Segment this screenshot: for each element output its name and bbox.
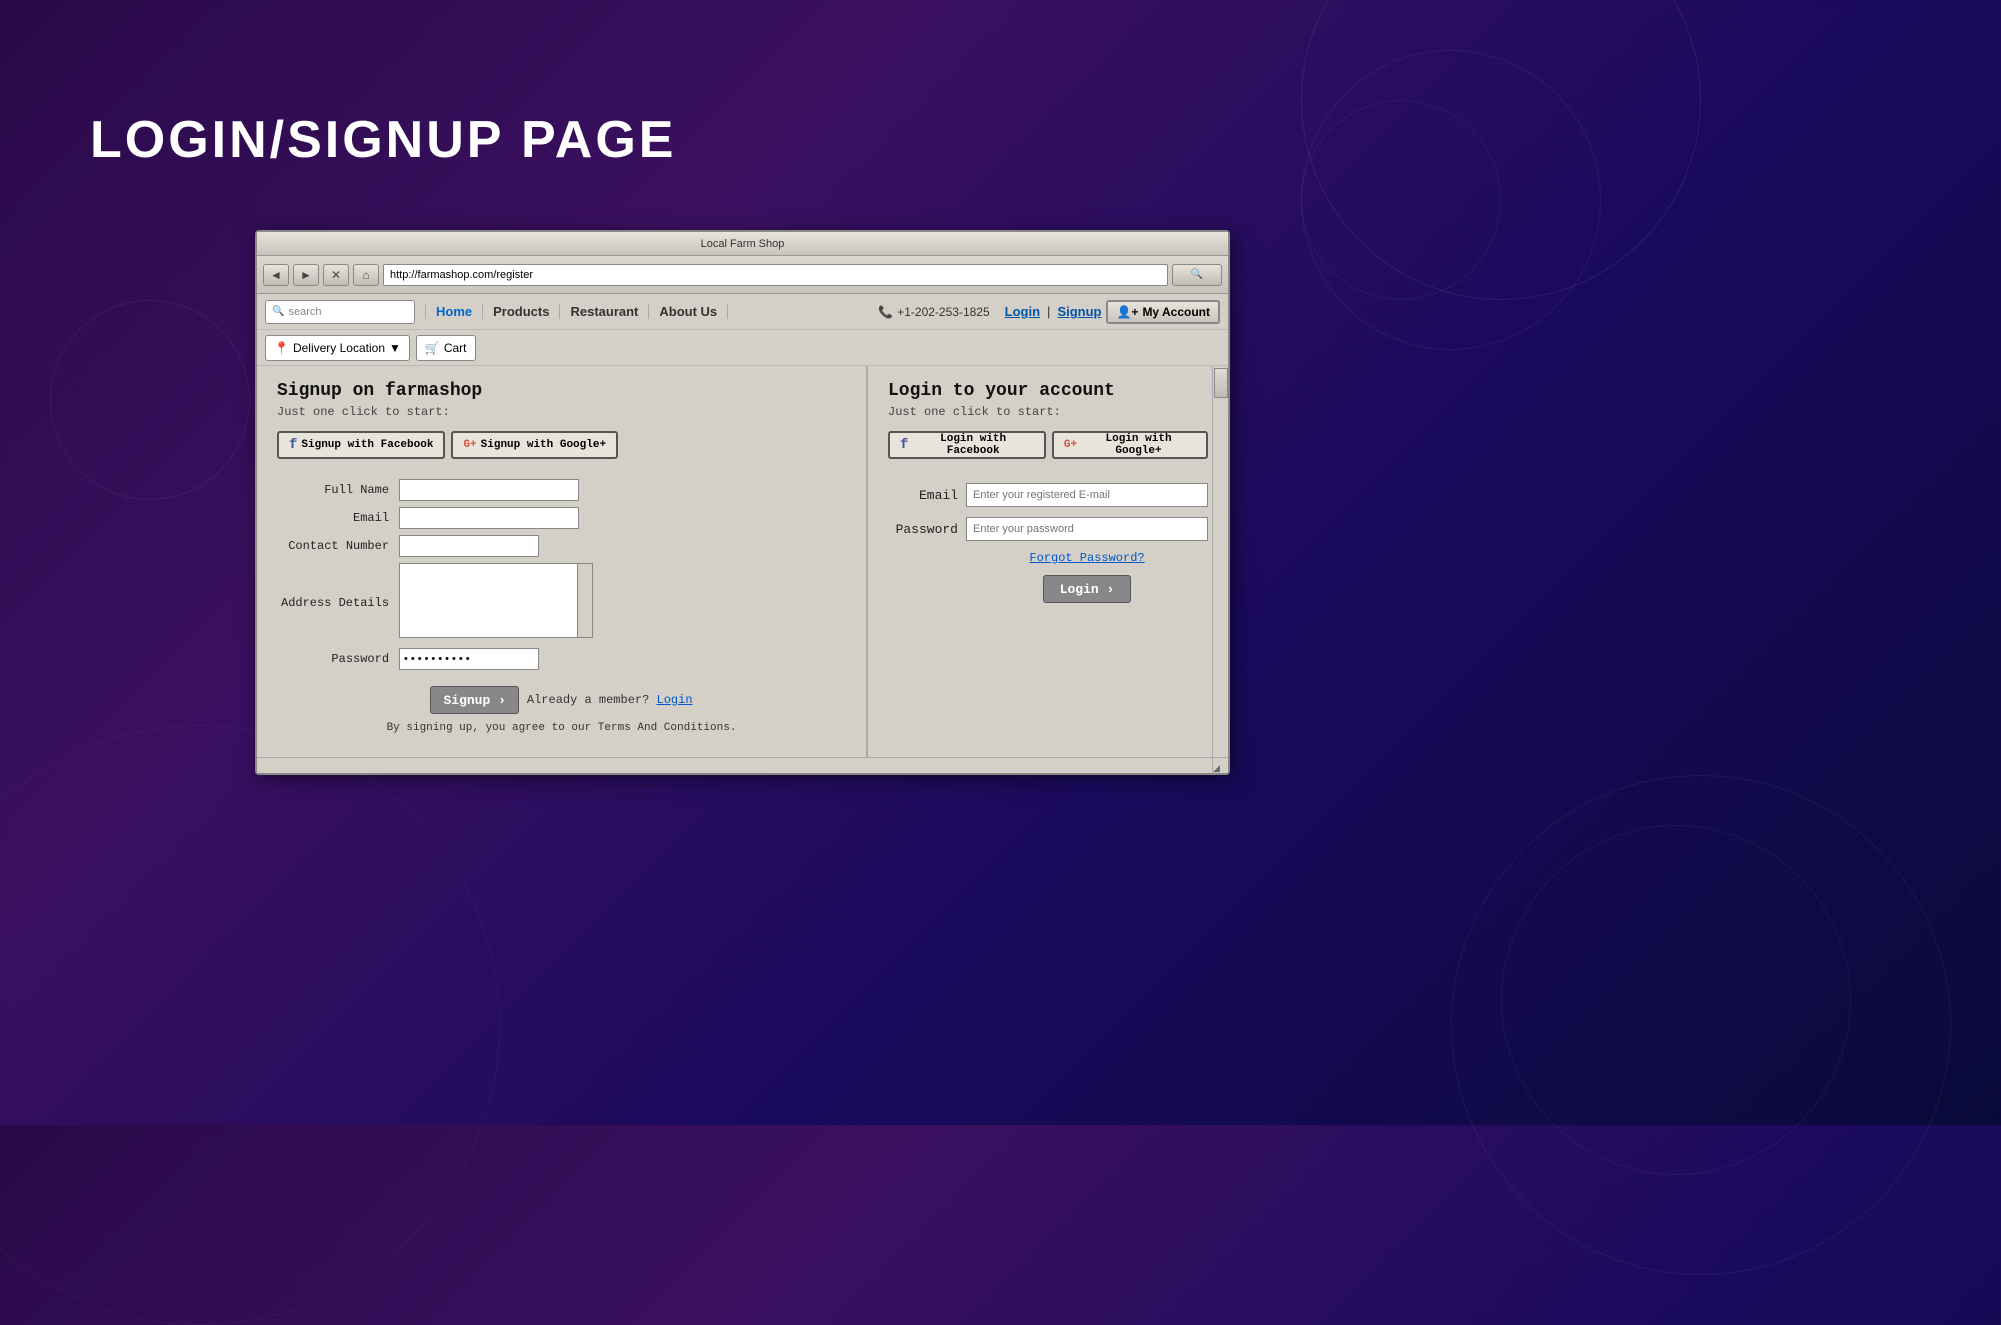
search-icon-small: 🔍 <box>272 306 284 317</box>
nav-bar: 🔍 search Home Products Restaurant About … <box>257 294 1228 330</box>
login-facebook-icon: f <box>900 437 908 453</box>
login-google-label: Login with Google+ <box>1081 433 1196 457</box>
nav-restaurant[interactable]: Restaurant <box>560 304 649 319</box>
forgot-password-link[interactable]: Forgot Password? <box>966 551 1208 565</box>
login-password-label: Password <box>888 522 958 537</box>
google-icon: G+ <box>463 439 476 451</box>
contact-label: Contact Number <box>281 535 395 557</box>
browser-toolbar: ◄ ► ✕ ⌂ 🔍 <box>257 256 1228 294</box>
my-account-button[interactable]: 👤+ My Account <box>1106 300 1220 324</box>
password-label: Password <box>281 648 395 670</box>
nav-products[interactable]: Products <box>483 304 560 319</box>
delivery-label: Delivery Location <box>293 341 385 355</box>
browser-search-button[interactable]: 🔍 <box>1172 264 1222 286</box>
cart-label: Cart <box>444 341 467 355</box>
login-google-icon: G+ <box>1064 439 1077 451</box>
delivery-dropdown-icon: ▼ <box>389 341 401 355</box>
login-email-row: Email <box>888 483 1208 507</box>
already-member-text: Already a member? Login <box>527 693 693 707</box>
browser-content: Signup on farmashop Just one click to st… <box>257 366 1228 773</box>
login-subtitle: Just one click to start: <box>888 405 1208 419</box>
signup-email-input[interactable] <box>399 507 579 529</box>
terms-text: By signing up, you agree to our Terms An… <box>277 722 846 734</box>
login-title: Login to your account <box>888 381 1208 401</box>
address-bar[interactable] <box>383 264 1168 286</box>
cart-icon: 🛒 <box>425 341 440 355</box>
login-password-input[interactable] <box>966 517 1208 541</box>
login-facebook-label: Login with Facebook <box>912 433 1033 457</box>
login-panel: Login to your account Just one click to … <box>868 366 1228 773</box>
forward-button[interactable]: ► <box>293 264 319 286</box>
signup-facebook-button[interactable]: f Signup with Facebook <box>277 431 445 459</box>
login-email-label: Email <box>888 488 958 503</box>
login-submit-button[interactable]: Login › <box>1043 575 1132 603</box>
back-button[interactable]: ◄ <box>263 264 289 286</box>
login-action-area: Login › <box>966 575 1208 603</box>
signup-password-input[interactable] <box>399 648 539 670</box>
close-button[interactable]: ✕ <box>323 264 349 286</box>
address-label: Address Details <box>281 563 395 642</box>
browser-titlebar: Local Farm Shop <box>257 232 1228 256</box>
login-facebook-button[interactable]: f Login with Facebook <box>888 431 1046 459</box>
phone-icon: 📞 <box>878 305 893 319</box>
address-wrapper <box>399 563 593 642</box>
login-link[interactable]: Login <box>657 693 693 707</box>
signup-bottom: Signup › Already a member? Login <box>277 686 846 714</box>
browser-title: Local Farm Shop <box>701 238 785 250</box>
full-name-input[interactable] <box>399 479 579 501</box>
login-email-input[interactable] <box>966 483 1208 507</box>
signup-panel: Signup on farmashop Just one click to st… <box>257 366 867 773</box>
browser-window: Local Farm Shop ◄ ► ✕ ⌂ 🔍 🔍 search Home … <box>255 230 1230 775</box>
login-nav-btn[interactable]: Login <box>1000 304 1045 319</box>
search-icon: 🔍 <box>1191 269 1203 280</box>
email-label: Email <box>281 507 395 529</box>
login-password-row: Password <box>888 517 1208 541</box>
signup-submit-button[interactable]: Signup › <box>430 686 518 714</box>
address-scrollbar[interactable] <box>577 563 593 638</box>
my-account-icon: 👤+ <box>1116 305 1138 319</box>
nav-links: Home Products Restaurant About Us <box>425 304 868 319</box>
browser-resize-corner[interactable]: ◢ <box>1212 757 1228 773</box>
login-signup-area: Login | Signup <box>1000 304 1107 319</box>
signup-form: Full Name Email Contact Number Address D… <box>277 473 846 676</box>
signup-social-buttons: f Signup with Facebook G+ Signup with Go… <box>277 431 846 459</box>
browser-horizontal-scrollbar[interactable] <box>257 757 1212 773</box>
my-account-label: My Account <box>1142 305 1210 319</box>
search-placeholder: search <box>288 306 321 318</box>
delivery-icon: 📍 <box>274 341 289 355</box>
utility-bar: 📍 Delivery Location ▼ 🛒 Cart <box>257 330 1228 366</box>
contact-input[interactable] <box>399 535 539 557</box>
signup-google-button[interactable]: G+ Signup with Google+ <box>451 431 618 459</box>
delivery-button[interactable]: 📍 Delivery Location ▼ <box>265 335 410 361</box>
login-google-button[interactable]: G+ Login with Google+ <box>1052 431 1208 459</box>
cart-button[interactable]: 🛒 Cart <box>416 335 476 361</box>
facebook-icon: f <box>289 437 297 453</box>
login-social-buttons: f Login with Facebook G+ Login with Goog… <box>888 431 1208 459</box>
browser-vertical-scrollbar[interactable] <box>1212 366 1228 757</box>
home-button[interactable]: ⌂ <box>353 264 379 286</box>
phone-info: 📞 +1-202-253-1825 <box>878 305 989 319</box>
page-title: LOGIN/SIGNUP PAGE <box>90 110 677 170</box>
nav-home[interactable]: Home <box>425 304 483 319</box>
nav-about[interactable]: About Us <box>649 304 728 319</box>
signup-facebook-label: Signup with Facebook <box>301 439 433 451</box>
signup-google-label: Signup with Google+ <box>481 439 606 451</box>
site-search-box[interactable]: 🔍 search <box>265 300 415 324</box>
signup-nav-btn[interactable]: Signup <box>1052 304 1106 319</box>
signup-subtitle: Just one click to start: <box>277 405 846 419</box>
signup-title: Signup on farmashop <box>277 381 846 401</box>
address-textarea[interactable] <box>399 563 593 638</box>
phone-number: +1-202-253-1825 <box>897 305 989 319</box>
full-name-label: Full Name <box>281 479 395 501</box>
